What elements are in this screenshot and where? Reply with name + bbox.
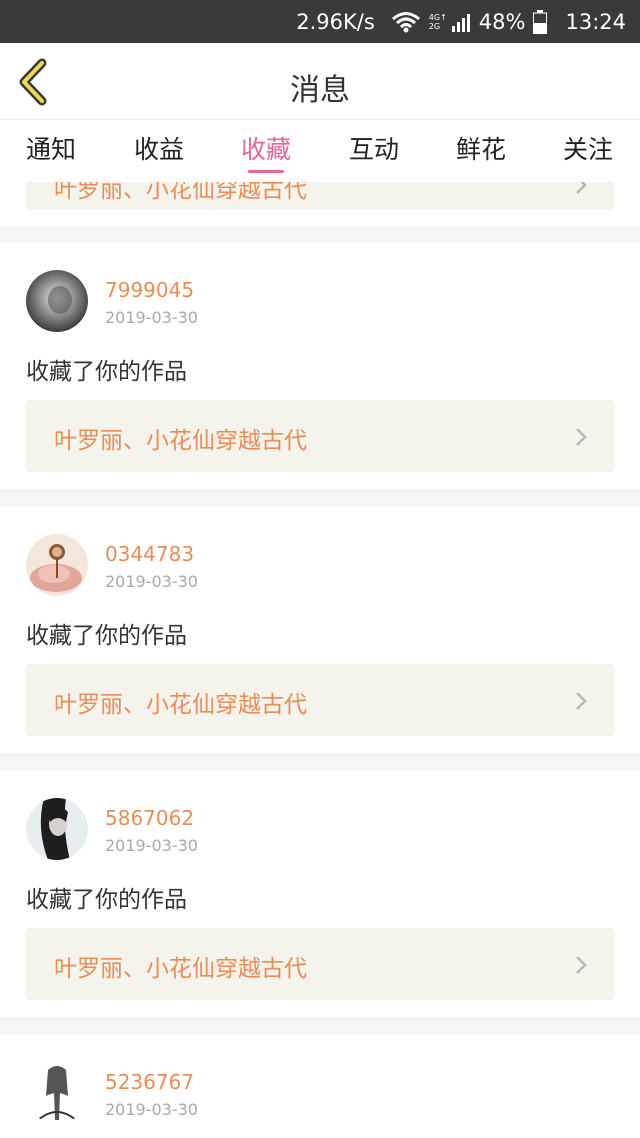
work-title: 叶罗丽、小花仙穿越古代 <box>54 956 307 982</box>
message-card: 0344783 2019-03-30 收藏了你的作品 叶罗丽、小花仙穿越古代 <box>0 507 640 753</box>
tab-notifications[interactable]: 通知 <box>11 130 91 166</box>
tab-interactions[interactable]: 互动 <box>334 130 414 166</box>
signal-icon <box>451 12 471 32</box>
user-name[interactable]: 5236767 <box>105 1070 194 1094</box>
work-link[interactable]: 叶罗丽、小花仙穿越古代 <box>26 182 614 210</box>
user-name[interactable]: 5867062 <box>105 806 194 830</box>
wifi-icon <box>391 11 421 33</box>
page-title: 消息 <box>290 73 350 108</box>
message-card: 叶罗丽、小花仙穿越古代 <box>0 182 640 226</box>
avatar[interactable] <box>26 798 88 860</box>
battery-percent: 48% <box>478 9 526 34</box>
chevron-right-icon <box>574 182 588 196</box>
tab-active-indicator <box>248 170 284 173</box>
tab-earnings[interactable]: 收益 <box>119 130 199 166</box>
message-date: 2019-03-30 <box>105 1100 198 1119</box>
message-card: 7999045 2019-03-30 收藏了你的作品 叶罗丽、小花仙穿越古代 <box>0 243 640 489</box>
message-text: 收藏了你的作品 <box>26 623 187 649</box>
network-type: 4G↑ 2G <box>428 12 447 31</box>
user-name[interactable]: 7999045 <box>105 278 194 302</box>
avatar[interactable] <box>26 270 88 332</box>
message-feed[interactable]: 叶罗丽、小花仙穿越古代 7999045 2019-03-30 收藏了你的作品 叶… <box>0 182 640 1138</box>
work-title: 叶罗丽、小花仙穿越古代 <box>54 182 307 203</box>
message-date: 2019-03-30 <box>105 836 198 855</box>
work-link[interactable]: 叶罗丽、小花仙穿越古代 <box>26 928 614 1000</box>
message-card: 5867062 2019-03-30 收藏了你的作品 叶罗丽、小花仙穿越古代 <box>0 771 640 1017</box>
battery-icon <box>533 9 548 34</box>
message-text: 收藏了你的作品 <box>26 359 187 385</box>
message-date: 2019-03-30 <box>105 572 198 591</box>
work-title: 叶罗丽、小花仙穿越古代 <box>54 428 307 454</box>
tab-favorites[interactable]: 收藏 <box>226 130 306 166</box>
chevron-right-icon <box>574 426 588 448</box>
header-bar: 消息 <box>0 43 640 120</box>
message-card: 5236767 2019-03-30 <box>0 1035 640 1138</box>
status-bar: 2.96K/s 4G↑ 2G 48% 13:24 <box>0 0 640 43</box>
chevron-right-icon <box>574 954 588 976</box>
work-title: 叶罗丽、小花仙穿越古代 <box>54 692 307 718</box>
avatar[interactable] <box>26 1062 88 1124</box>
work-link[interactable]: 叶罗丽、小花仙穿越古代 <box>26 400 614 472</box>
tab-following[interactable]: 关注 <box>548 130 628 166</box>
chevron-right-icon <box>574 690 588 712</box>
user-name[interactable]: 0344783 <box>105 542 194 566</box>
message-text: 收藏了你的作品 <box>26 887 187 913</box>
work-link[interactable]: 叶罗丽、小花仙穿越古代 <box>26 664 614 736</box>
tab-flowers[interactable]: 鲜花 <box>441 130 521 166</box>
clock: 13:24 <box>565 9 626 34</box>
net-speed: 2.96K/s <box>296 9 375 34</box>
message-date: 2019-03-30 <box>105 308 198 327</box>
avatar[interactable] <box>26 534 88 596</box>
tab-bar: 通知 收益 收藏 互动 鲜花 关注 <box>0 120 640 182</box>
